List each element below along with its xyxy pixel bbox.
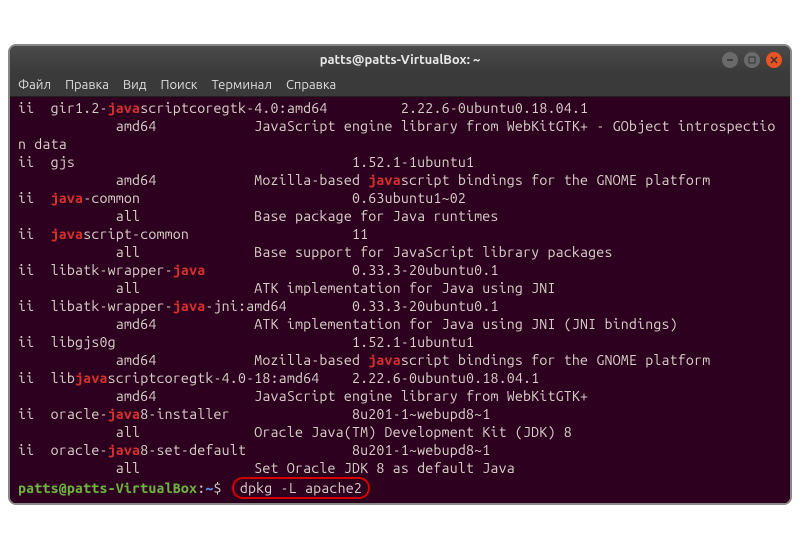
- row: ii oracle-java8-set-default 8u201-1~webu…: [18, 442, 515, 476]
- minimize-button[interactable]: [722, 52, 738, 68]
- prompt-user: patts@patts-VirtualBox: [18, 480, 197, 496]
- row: ii gir1.2-javascriptcoregtk-4.0:amd64 2.…: [18, 100, 776, 152]
- row: ii libjavascriptcoregtk-4.0-18:amd64 2.2…: [18, 370, 588, 404]
- row: ii libatk-wrapper-java-jni:amd64 0.33.3-…: [18, 298, 678, 332]
- menu-search[interactable]: Поиск: [160, 78, 197, 92]
- menu-view[interactable]: Вид: [123, 78, 147, 92]
- terminal-body[interactable]: ii gir1.2-javascriptcoregtk-4.0:amd64 2.…: [10, 97, 790, 503]
- command-text: dpkg -L apache2: [240, 480, 362, 496]
- menu-file[interactable]: Файл: [18, 78, 51, 92]
- row: ii libatk-wrapper-java 0.33.3-20ubuntu0.…: [18, 262, 556, 296]
- menu-terminal[interactable]: Терминал: [211, 78, 271, 92]
- row: ii oracle-java8-installer 8u201-1~webupd…: [18, 406, 572, 440]
- window-title: patts@patts-VirtualBox: ~: [18, 53, 782, 67]
- menu-edit[interactable]: Правка: [65, 78, 109, 92]
- window-controls: [722, 52, 782, 68]
- row: ii gjs 1.52.1-1ubuntu1 amd64 Mozilla-bas…: [18, 154, 710, 188]
- prompt-path: ~: [205, 480, 213, 496]
- terminal-window: patts@patts-VirtualBox: ~ Файл Правка Ви…: [8, 44, 792, 505]
- close-button[interactable]: [766, 52, 782, 68]
- row: ii java-common 0.63ubuntu1~02 all Base p…: [18, 190, 499, 224]
- highlighted-command: dpkg -L apache2: [232, 477, 370, 499]
- row: ii libgjs0g 1.52.1-1ubuntu1 amd64 Mozill…: [18, 334, 710, 368]
- prompt-line: patts@patts-VirtualBox:~$ dpkg -L apache…: [18, 480, 370, 496]
- maximize-button[interactable]: [744, 52, 760, 68]
- menubar: Файл Правка Вид Поиск Терминал Справка: [10, 74, 790, 97]
- titlebar[interactable]: patts@patts-VirtualBox: ~: [10, 46, 790, 74]
- menu-help[interactable]: Справка: [286, 78, 336, 92]
- row: ii javascript-common 11 all Base support…: [18, 226, 613, 260]
